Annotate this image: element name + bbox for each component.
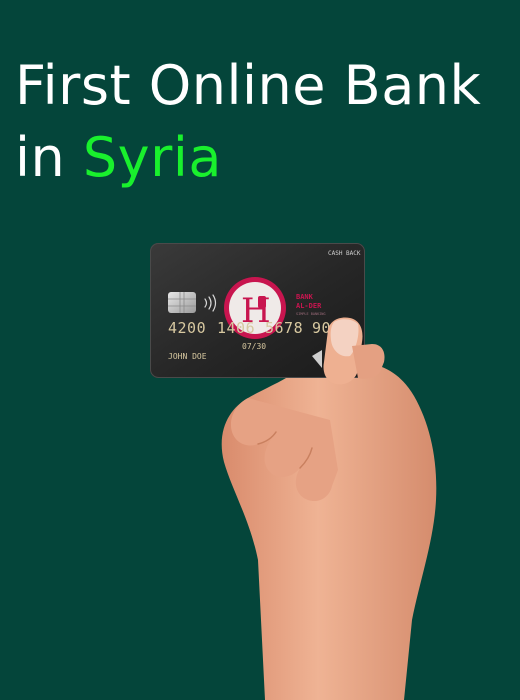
chip-icon (168, 292, 196, 313)
card-expiry: 07/30 (242, 342, 266, 351)
hero-page: First Online Bank in Syria CASH BACK H B… (0, 0, 520, 700)
bank-name-line2: AL-DER (296, 302, 322, 310)
cashback-label: CASH BACK (328, 250, 361, 257)
card-holder: JOHN DOE (168, 352, 207, 361)
card-number-group-2: 1406 (217, 319, 255, 337)
card-number-group-1: 4200 (168, 319, 206, 337)
bank-tagline: SIMPLE BANKING (296, 312, 326, 316)
card-number-group-3: 5678 (265, 319, 303, 337)
bank-name-line1: BANK (296, 293, 314, 301)
hand-holding-card-image: CASH BACK H BANK AL-DER SIMPLE BANKING 4… (150, 243, 437, 700)
